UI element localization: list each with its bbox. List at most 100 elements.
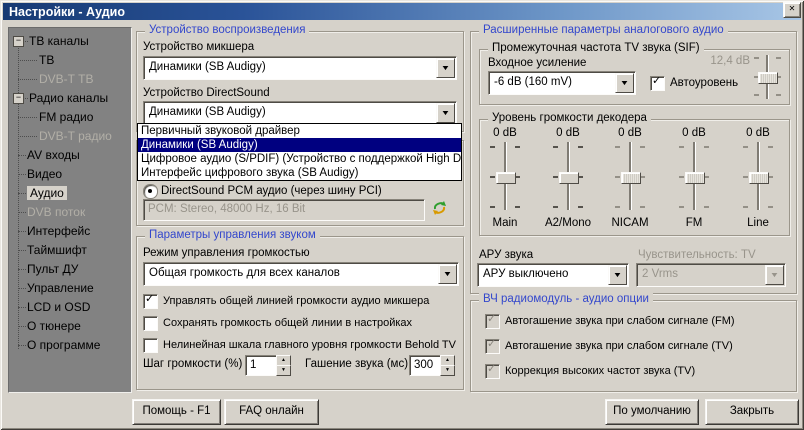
sidebar-item-label: О программе <box>27 338 100 352</box>
mute-time-stepper[interactable]: ▲ ▼ <box>440 355 453 374</box>
sidebar-item[interactable]: Таймшифт <box>9 241 131 260</box>
slider-tick <box>768 146 773 148</box>
autolevel-label: Автоуровень <box>670 77 738 89</box>
close-icon: ✕ <box>789 4 796 13</box>
directsound-dropdown-list[interactable]: Первичный звуковой драйверДинамики (SB A… <box>137 123 462 181</box>
slider-value: 0 dB <box>666 127 722 139</box>
close-dialog-button[interactable]: Закрыть <box>705 399 799 425</box>
sidebar-item[interactable]: О программе <box>9 336 131 355</box>
slider-tick <box>776 94 781 96</box>
sidebar-item[interactable]: Видео <box>9 165 131 184</box>
sidebar-item[interactable]: Интерфейс <box>9 222 131 241</box>
input-gain-value: -6 dB (160 mV) <box>494 76 572 88</box>
tree-connector <box>18 326 26 327</box>
swap-arrows-icon[interactable] <box>431 199 448 216</box>
titlebar[interactable]: Настройки - Аудио <box>3 3 801 20</box>
dropdown-option[interactable]: Первичный звуковой драйвер <box>138 124 461 138</box>
checkbox-row: ✓Автогашение звука при слабом сигнале (F… <box>485 313 785 338</box>
checkbox[interactable] <box>143 316 158 331</box>
sidebar-item-label: Видео <box>27 167 62 181</box>
check-icon: ✓ <box>145 292 154 305</box>
slider-tick <box>704 206 709 208</box>
slider-tick <box>578 206 583 208</box>
pcm-format-value: PCM: Stereo, 48000 Hz, 16 Bit <box>148 203 305 215</box>
slider-tick <box>679 146 684 148</box>
slider-tick <box>743 176 748 178</box>
faq-online-button[interactable]: FAQ онлайн <box>224 399 319 425</box>
directsound-device-select[interactable]: Динамики (SB Audigy) ▼ <box>143 101 457 125</box>
sif-level-slider-thumb[interactable] <box>758 72 778 84</box>
dropdown-button[interactable]: ▼ <box>438 264 457 284</box>
settings-dialog: Настройки - Аудио ✕ −ТВ каналыТВDVB-T ТВ… <box>0 0 804 430</box>
tree-connector <box>18 269 26 270</box>
directsound-pcm-radio[interactable] <box>143 184 158 199</box>
sidebar-item-label: О тюнере <box>27 319 81 333</box>
sidebar-item[interactable]: LCD и OSD <box>9 298 131 317</box>
group-rf-module-audio: ВЧ радиомодуль - аудио опции ✓Автогашени… <box>470 300 797 392</box>
agc-select[interactable]: АРУ выключено ▼ <box>477 263 629 287</box>
dropdown-button[interactable]: ▼ <box>608 265 627 285</box>
sidebar-item-label: FM радио <box>39 110 93 124</box>
dropdown-button[interactable]: ▼ <box>436 58 455 78</box>
input-gain-select[interactable]: -6 dB (160 mV) ▼ <box>488 71 636 95</box>
volume-step-stepper[interactable]: ▲ ▼ <box>276 355 289 374</box>
sidebar-item[interactable]: AV входы <box>9 146 131 165</box>
check-icon: ✓ <box>652 74 661 87</box>
sidebar-item-label: Пульт ДУ <box>27 262 78 276</box>
slider-value: 0 dB <box>602 127 658 139</box>
checkbox[interactable] <box>143 338 158 353</box>
group-playback-device: Устройство воспроизведения Устройство ми… <box>136 31 464 132</box>
slider-tick <box>754 57 759 59</box>
mute-time-input[interactable]: 300 <box>409 355 442 376</box>
group-title: Параметры управления звуком <box>145 229 320 241</box>
sidebar-item[interactable]: Аудио <box>9 184 131 203</box>
sidebar-item[interactable]: О тюнере <box>9 317 131 336</box>
volume-mode-select[interactable]: Общая громкость для всех каналов ▼ <box>143 262 459 286</box>
slider-value: 0 dB <box>540 127 596 139</box>
check-icon: ✓ <box>487 362 496 375</box>
checkbox[interactable]: ✓ <box>143 294 158 309</box>
sidebar-item-label: Радио каналы <box>29 91 108 105</box>
sidebar-item-label: LCD и OSD <box>27 300 90 314</box>
group-sif: Промежуточная частота TV звука (SIF) Вхо… <box>479 49 790 105</box>
dropdown-button[interactable]: ▼ <box>436 103 455 123</box>
checkbox-row: ✓Коррекция высоких частот звука (TV) <box>485 363 785 388</box>
slider-tick <box>553 206 558 208</box>
defaults-button[interactable]: По умолчанию <box>605 399 699 425</box>
close-button[interactable]: ✕ <box>783 2 801 18</box>
tree-connector <box>18 60 37 61</box>
checkbox-row: Сохранять громкость общей линии в настро… <box>143 315 457 337</box>
sensitivity-value: 2 Vrms <box>642 268 678 280</box>
dropdown-option[interactable]: Интерфейс цифрового звука (SB Audigy) <box>138 166 461 180</box>
spin-down-button[interactable]: ▼ <box>440 365 455 376</box>
dropdown-option[interactable]: Динамики (SB Audigy) <box>138 138 461 152</box>
triangle-down-icon: ▼ <box>445 368 450 373</box>
sidebar-item[interactable]: Пульт ДУ <box>9 260 131 279</box>
tree-expander-minus-icon[interactable]: − <box>13 36 24 47</box>
slider-tick <box>615 176 620 178</box>
slider-tick <box>704 146 709 148</box>
triangle-down-icon: ▼ <box>281 368 286 373</box>
chevron-down-icon: ▼ <box>620 80 630 87</box>
volume-step-input[interactable]: 1 <box>245 355 278 376</box>
spin-down-button[interactable]: ▼ <box>276 365 291 376</box>
mixer-device-select[interactable]: Динамики (SB Audigy) ▼ <box>143 56 457 80</box>
slider-thumb[interactable] <box>496 172 516 184</box>
dropdown-button[interactable]: ▼ <box>615 73 634 93</box>
slider-tick <box>515 146 520 148</box>
sidebar-item[interactable]: Управление <box>9 279 131 298</box>
tree-connector <box>18 193 26 194</box>
sidebar-item[interactable]: FM радио <box>9 108 131 127</box>
sidebar-item[interactable]: −ТВ каналы <box>9 32 131 51</box>
sidebar-item: DVB-T радио <box>9 127 131 146</box>
pcm-format-field: PCM: Stereo, 48000 Hz, 16 Bit <box>143 199 425 221</box>
sidebar-item-label: DVB-T радио <box>39 129 112 143</box>
dropdown-option[interactable]: Цифровое аудио (S/PDIF) (Устройство с по… <box>138 152 461 166</box>
radio-dot-icon <box>148 189 152 193</box>
slider-thumb[interactable] <box>559 172 579 184</box>
tree-expander-minus-icon[interactable]: − <box>13 93 24 104</box>
sidebar-item[interactable]: −Радио каналы <box>9 89 131 108</box>
sidebar-item[interactable]: ТВ <box>9 51 131 70</box>
help-button[interactable]: Помощь - F1 <box>132 399 221 425</box>
autolevel-checkbox[interactable]: ✓ <box>650 76 665 91</box>
